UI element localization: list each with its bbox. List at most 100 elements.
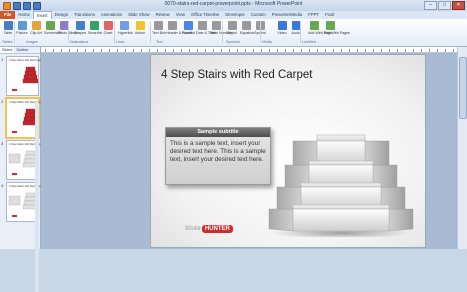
tab-review[interactable]: Review	[153, 11, 173, 19]
slide-thumbnail-4[interactable]: 44 Step Stairs with Red Carpet	[0, 181, 43, 223]
slide-canvas[interactable]: 4 Step Stairs with Red Carpet Sample sub…	[150, 54, 426, 248]
ribbon-object-button[interactable]: Object	[226, 21, 238, 35]
ruler-tick	[77, 49, 78, 52]
thumbnail-logo	[12, 173, 17, 175]
slide-thumbnail-1[interactable]: 14 Step Stairs with Red Carpet	[0, 55, 43, 97]
tab-office-timeline[interactable]: Office Timeline	[188, 11, 222, 19]
thumbnail-logo	[12, 215, 17, 217]
thumbnail-step	[25, 108, 36, 114]
ribbon-clip-art-button[interactable]: Clip Art	[30, 21, 42, 35]
step-3-top	[308, 160, 374, 166]
scrollbar-thumb[interactable]	[459, 57, 467, 119]
tab-outline[interactable]: Outline	[14, 47, 30, 53]
ribbon: Table Picture Clip Art Screenshot Photo Albu…	[0, 19, 467, 47]
tab-fppt[interactable]: FPPT	[305, 11, 322, 19]
ribbon-smartart-button[interactable]: SmartArt	[88, 21, 102, 35]
tab-developer[interactable]: Developer	[222, 11, 248, 19]
ruler-tick	[109, 49, 110, 52]
ribbon-chart-button[interactable]: Chart	[102, 21, 114, 35]
ribbon-date-time-button[interactable]: Date & Time	[196, 21, 216, 35]
ribbon-group-separator	[68, 21, 69, 43]
ribbon-group-label: Images	[26, 40, 38, 44]
ruler-tick	[261, 49, 262, 52]
ribbon-button-label: Clip Art	[30, 31, 42, 35]
tab-animations[interactable]: Animations	[98, 11, 125, 19]
tab-design[interactable]: Design	[52, 11, 71, 19]
ribbon-picture-icon	[17, 21, 27, 30]
slide-thumbnail-2[interactable]: 24 Step Stairs with Red Carpet	[0, 97, 43, 139]
ruler-tick	[285, 49, 286, 52]
ribbon-tabs: File Home Insert Design Transitions Anim…	[0, 11, 467, 19]
step-1-top	[292, 204, 390, 210]
slide-number: 4	[1, 183, 4, 188]
tab-foxit[interactable]: Foxit	[322, 11, 337, 19]
ribbon-add-web-page-button[interactable]: Add Web Page	[308, 21, 333, 35]
ribbon-hyperlink-button[interactable]: Hyperlink	[118, 21, 133, 35]
tab-custom[interactable]: Custom	[248, 11, 269, 19]
ribbon-wordart-button[interactable]: WordArt	[182, 21, 195, 35]
thumbnail-stairs	[12, 66, 38, 91]
ruler-tick	[237, 49, 238, 52]
slides-pane-tabs: Slides Outline	[0, 47, 40, 54]
tab-view[interactable]: View	[173, 11, 188, 19]
ruler-tick	[69, 49, 70, 52]
thumbnail-step	[23, 74, 38, 80]
thumbnail-step	[24, 70, 37, 76]
ribbon-table-icon	[3, 21, 13, 30]
ribbon-group-separator	[14, 21, 15, 43]
ruler-tick	[253, 49, 254, 52]
maximize-button[interactable]: □	[438, 1, 451, 10]
ruler-tick	[365, 49, 366, 52]
tab-slides[interactable]: Slides	[0, 47, 15, 53]
ribbon-screenshot-icon	[45, 21, 55, 30]
ribbon-screenshot-button[interactable]: Screenshot	[44, 21, 62, 35]
ruler-tick	[157, 49, 158, 52]
ribbon-button-label: Picture	[16, 31, 28, 35]
tab-transitions[interactable]: Transitions	[71, 11, 98, 19]
ribbon-clip-art-icon	[31, 21, 41, 30]
slides-pane-scrollbar[interactable]	[35, 102, 39, 292]
tab-presentermedia[interactable]: PresenterMedia	[269, 11, 305, 19]
ruler-tick	[45, 49, 46, 52]
ribbon-add-web-pages-button[interactable]: Add Web Pages	[324, 21, 350, 35]
ribbon-text-box-icon	[153, 21, 163, 30]
ruler-tick	[309, 49, 310, 52]
tab-home[interactable]: Home	[15, 11, 32, 19]
ribbon-button-label: Chart	[103, 31, 113, 35]
ribbon-button-label: Header & Footer	[166, 31, 193, 35]
subtitle-box[interactable]: Sample subtitle This is a sample text, i…	[165, 127, 271, 185]
tab-insert[interactable]: Insert	[32, 11, 52, 19]
vertical-scrollbar[interactable]	[457, 47, 467, 249]
ribbon-action-button[interactable]: Action	[134, 21, 146, 35]
ribbon-equation-button[interactable]: Equation	[240, 21, 255, 35]
ruler-tick	[341, 49, 342, 52]
ribbon-shapes-button[interactable]: Shapes	[74, 21, 86, 35]
close-button[interactable]: ✕	[452, 1, 465, 10]
ruler-tick	[389, 49, 390, 52]
minimize-button[interactable]: –	[424, 1, 437, 10]
ribbon-video-button[interactable]: Video	[276, 21, 288, 35]
slide-thumbnail-preview: 4 Step Stairs with Red Carpet	[6, 56, 43, 96]
ruler-tick	[205, 49, 206, 52]
slide-title[interactable]: 4 Step Stairs with Red Carpet	[161, 69, 313, 81]
ribbon-text-box-button[interactable]: Text Box	[152, 21, 166, 35]
ruler-tick	[397, 49, 398, 52]
ribbon-button-label: Add Web Page	[308, 31, 333, 35]
ribbon-picture-button[interactable]: Picture	[16, 21, 28, 35]
ribbon-smartart-icon	[89, 21, 99, 30]
ribbon-group-label: LiveWeb	[302, 40, 316, 44]
tab-file[interactable]: File	[0, 11, 16, 19]
thumbnail-stairs	[8, 150, 38, 175]
ribbon-button-label: Equation	[240, 31, 255, 35]
ribbon-slide-number-button[interactable]: Slide Number	[210, 21, 232, 35]
thumbnail-stairs	[12, 108, 38, 133]
ribbon-header-footer-button[interactable]: Header & Footer	[166, 21, 193, 35]
ribbon-group-separator	[222, 21, 223, 43]
ruler-tick	[149, 49, 150, 52]
tab-slide-show[interactable]: Slide Show	[125, 11, 153, 19]
stairs-graphic[interactable]	[259, 125, 419, 237]
ruler-tick	[437, 49, 438, 52]
ruler-tick	[173, 49, 174, 52]
slide-thumbnail-3[interactable]: 34 Step Stairs with Red Carpet	[0, 139, 43, 181]
ribbon-table-button[interactable]: Table	[2, 21, 14, 35]
